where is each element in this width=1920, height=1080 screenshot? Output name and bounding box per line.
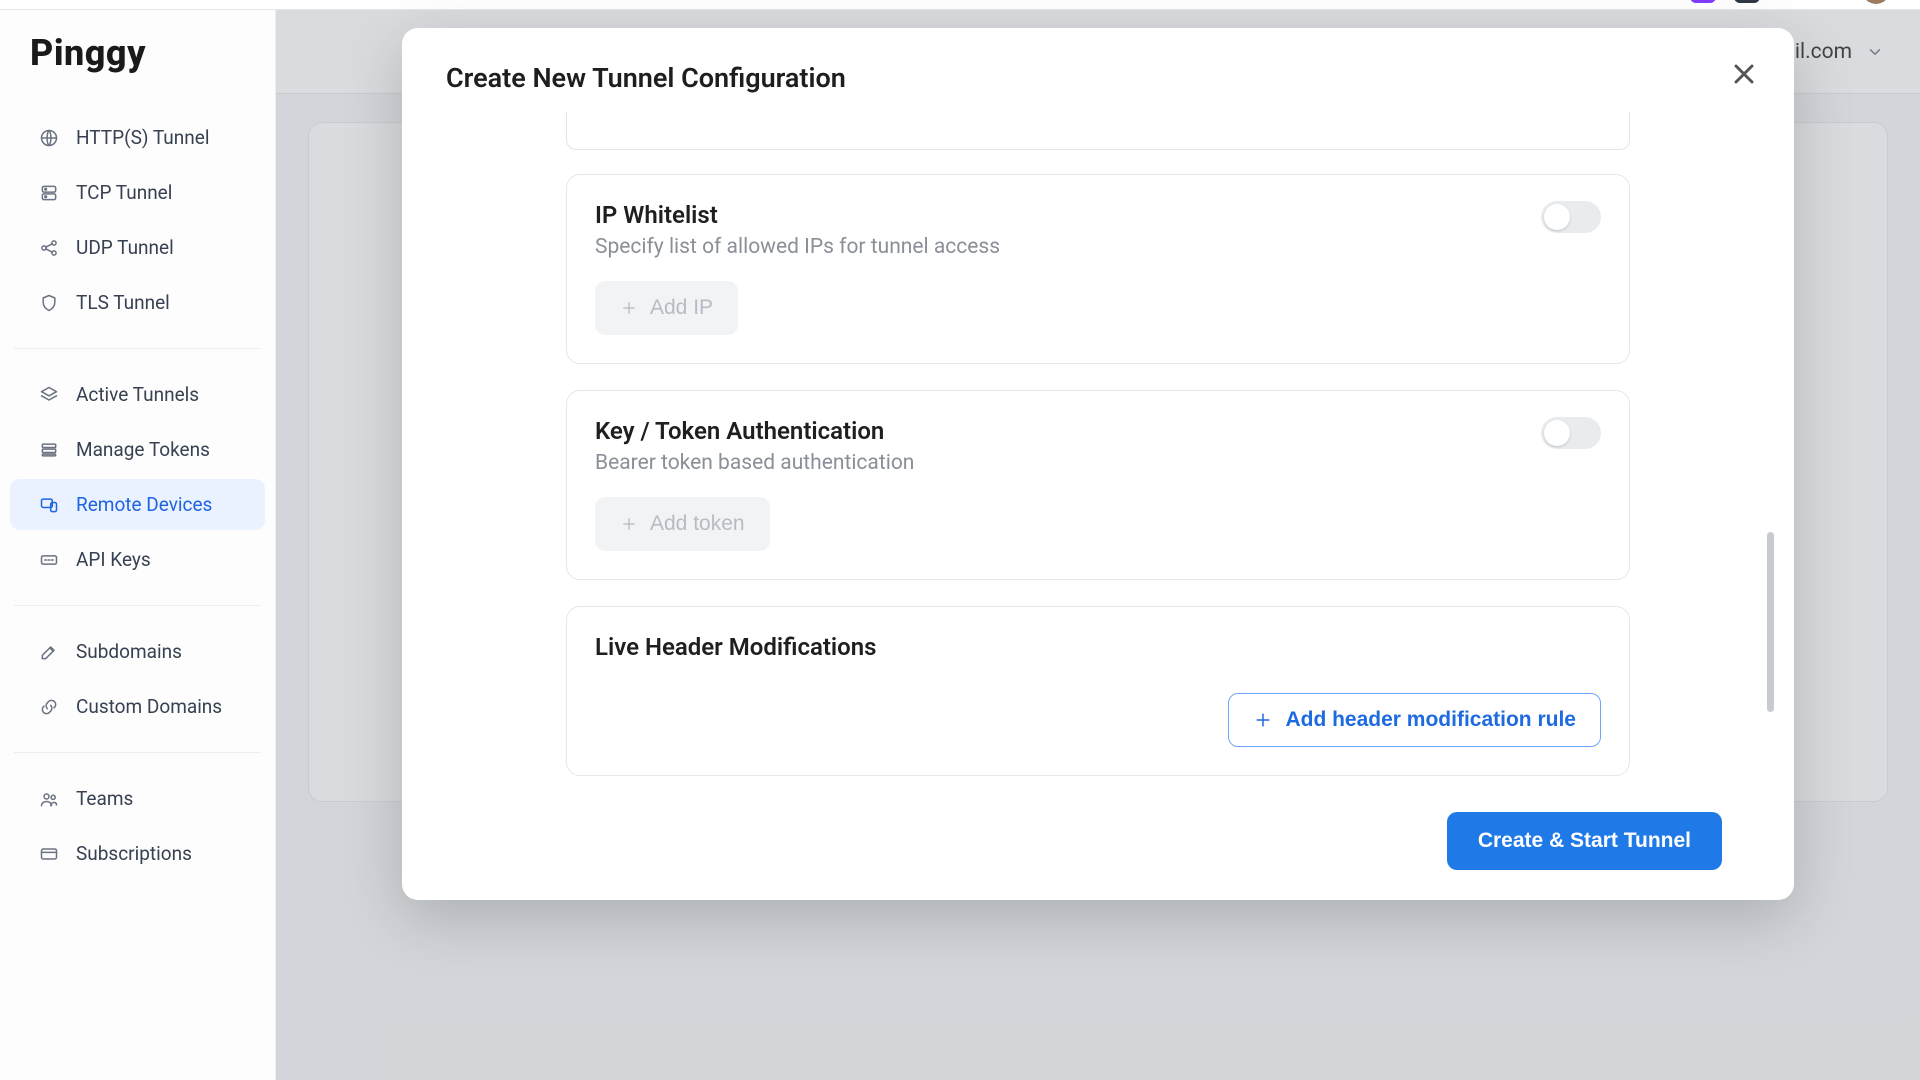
nav-group-tunnels: HTTP(S) Tunnel TCP Tunnel UDP Tunnel TLS… [0,102,275,338]
layers-icon [38,384,60,406]
rows-icon [38,439,60,461]
add-token-button[interactable]: Add token [595,497,770,551]
nav-group-domains: Subdomains Custom Domains [0,616,275,742]
ip-whitelist-section: IP Whitelist Specify list of allowed IPs… [566,174,1630,364]
extension-badge-1[interactable]: 11 [1690,0,1716,3]
sidebar-item-subscriptions[interactable]: Subscriptions [10,828,265,879]
ip-whitelist-subtitle: Specify list of allowed IPs for tunnel a… [595,235,1000,259]
sidebar-item-label: Manage Tokens [76,438,210,461]
api-icon [38,549,60,571]
submit-label: Create & Start Tunnel [1478,829,1691,853]
sidebar-item-api-keys[interactable]: API Keys [10,534,265,585]
browser-chrome: 11 2 [0,0,1920,10]
header-mods-section: Live Header Modifications Add header mod… [566,606,1630,776]
modal-body: IP Whitelist Specify list of allowed IPs… [402,112,1794,776]
content-area: h@gmail.com Create New Tunnel Configurat… [276,10,1920,1080]
token-auth-toggle[interactable] [1541,417,1601,449]
sidebar-item-label: API Keys [76,548,151,571]
extension-tray: 11 2 [1690,0,1912,4]
sidebar-item-teams[interactable]: Teams [10,773,265,824]
add-ip-button[interactable]: Add IP [595,281,738,335]
sidebar-item-label: UDP Tunnel [76,236,174,259]
sidebar-item-tcp-tunnel[interactable]: TCP Tunnel [10,167,265,218]
ip-whitelist-title: IP Whitelist [595,201,1000,229]
extension-badge-2[interactable]: 2 [1734,0,1760,3]
sidebar-item-label: Custom Domains [76,695,222,718]
link-icon [38,696,60,718]
modal-title: Create New Tunnel Configuration [402,62,1794,108]
sidebar-item-label: Teams [76,787,133,810]
edit-icon [38,641,60,663]
sidebar-item-active-tunnels[interactable]: Active Tunnels [10,369,265,420]
create-start-tunnel-button[interactable]: Create & Start Tunnel [1447,812,1722,870]
sidebar-item-label: Active Tunnels [76,383,199,406]
nav-separator [14,348,261,349]
header-mods-title: Live Header Modifications [595,633,1601,661]
tabs-icon[interactable] [1820,0,1844,2]
brand-logo[interactable]: Pinggy [0,32,275,102]
share-icon [38,237,60,259]
sidebar-item-subdomains[interactable]: Subdomains [10,626,265,677]
globe-icon [38,127,60,149]
sidebar-item-remote-devices[interactable]: Remote Devices [10,479,265,530]
token-auth-title: Key / Token Authentication [595,417,914,445]
close-button[interactable] [1728,58,1760,90]
sidebar: Pinggy HTTP(S) Tunnel TCP Tunnel UDP Tun… [0,10,276,1080]
team-icon [38,788,60,810]
sidebar-item-label: Subscriptions [76,842,192,865]
profile-avatar[interactable] [1862,0,1890,4]
shield-icon [38,292,60,314]
add-token-label: Add token [650,512,745,536]
scrollbar-thumb[interactable] [1767,532,1774,712]
modal-overlay: Create New Tunnel Configuration IP White… [276,10,1920,1080]
nav-group-manage: Active Tunnels Manage Tokens Remote Devi… [0,359,275,595]
download-icon[interactable] [1778,0,1802,2]
ip-whitelist-toggle[interactable] [1541,201,1601,233]
add-ip-label: Add IP [650,296,713,320]
sidebar-item-label: TCP Tunnel [76,181,172,204]
sidebar-item-label: TLS Tunnel [76,291,170,314]
create-tunnel-modal: Create New Tunnel Configuration IP White… [402,28,1794,900]
sidebar-item-label: Remote Devices [76,493,212,516]
nav-separator [14,752,261,753]
sidebar-item-label: HTTP(S) Tunnel [76,126,209,149]
devices-icon [38,494,60,516]
previous-section-cutoff [566,112,1630,150]
card-icon [38,843,60,865]
sidebar-item-http-tunnel[interactable]: HTTP(S) Tunnel [10,112,265,163]
sidebar-item-tls-tunnel[interactable]: TLS Tunnel [10,277,265,328]
sidebar-item-udp-tunnel[interactable]: UDP Tunnel [10,222,265,273]
sidebar-item-custom-domains[interactable]: Custom Domains [10,681,265,732]
token-auth-section: Key / Token Authentication Bearer token … [566,390,1630,580]
app-root: Pinggy HTTP(S) Tunnel TCP Tunnel UDP Tun… [0,10,1920,1080]
sidebar-item-label: Subdomains [76,640,182,663]
nav-group-account: Teams Subscriptions [0,763,275,889]
modal-footer: Create & Start Tunnel [402,802,1794,870]
sidebar-item-manage-tokens[interactable]: Manage Tokens [10,424,265,475]
add-header-rule-button[interactable]: Add header modification rule [1228,693,1601,747]
server-icon [38,182,60,204]
add-header-rule-label: Add header modification rule [1285,708,1576,732]
nav-separator [14,605,261,606]
token-auth-subtitle: Bearer token based authentication [595,451,914,475]
